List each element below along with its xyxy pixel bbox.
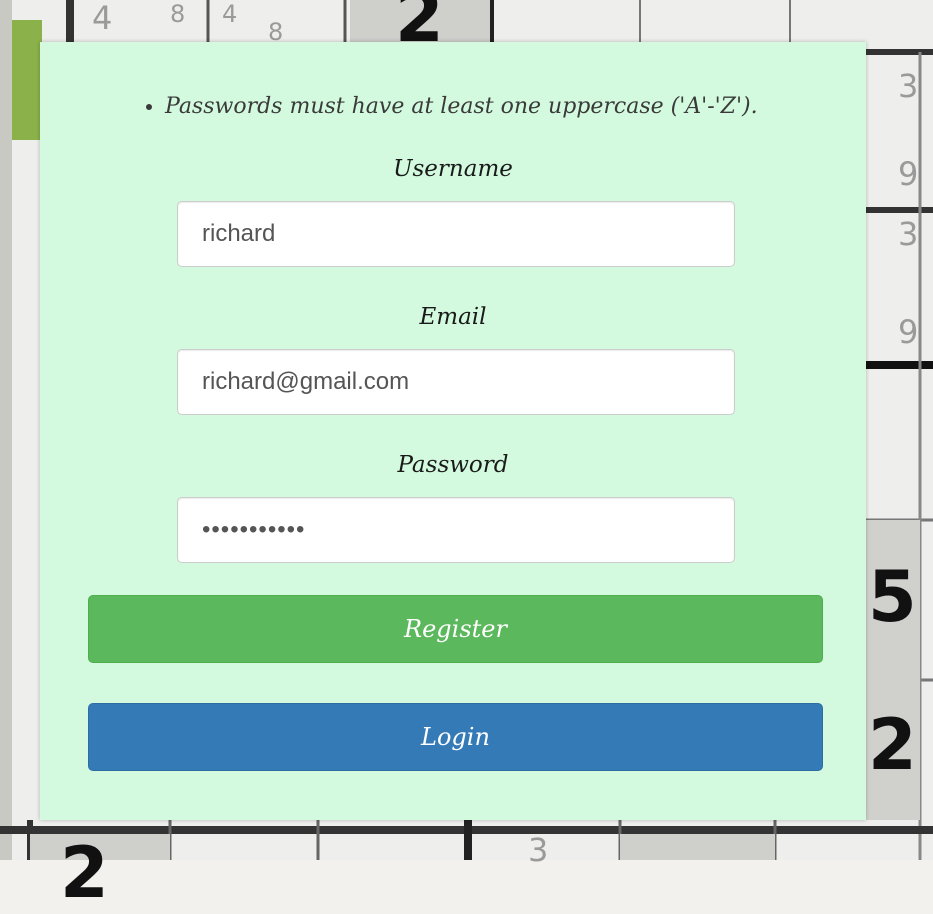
board-digit: 4 <box>222 0 238 28</box>
username-input[interactable] <box>177 201 735 267</box>
email-label: Email <box>419 304 487 330</box>
board-digit: 9 <box>898 155 919 193</box>
board-digit: 3 <box>528 831 549 869</box>
board-digit: 8 <box>170 0 186 28</box>
password-label: Password <box>397 452 509 478</box>
board-digit: 2 <box>60 832 109 914</box>
username-label: Username <box>393 156 513 182</box>
password-input[interactable] <box>177 497 735 563</box>
password-rules-list: Passwords must have at least one upperca… <box>135 94 758 119</box>
board-digit: 9 <box>898 313 919 351</box>
register-button[interactable]: Register <box>88 595 823 663</box>
register-modal: Passwords must have at least one upperca… <box>40 42 866 820</box>
board-digit: 3 <box>898 215 919 253</box>
email-input[interactable] <box>177 349 735 415</box>
green-decor-strip <box>12 20 42 140</box>
board-digit: 3 <box>898 67 919 105</box>
password-rule-item: Passwords must have at least one upperca… <box>165 94 758 119</box>
board-digit: 5 <box>868 556 917 638</box>
board-digit: 2 <box>868 704 917 786</box>
board-digit: 8 <box>268 18 284 46</box>
login-button[interactable]: Login <box>88 703 823 771</box>
board-digit: 4 <box>92 0 113 37</box>
